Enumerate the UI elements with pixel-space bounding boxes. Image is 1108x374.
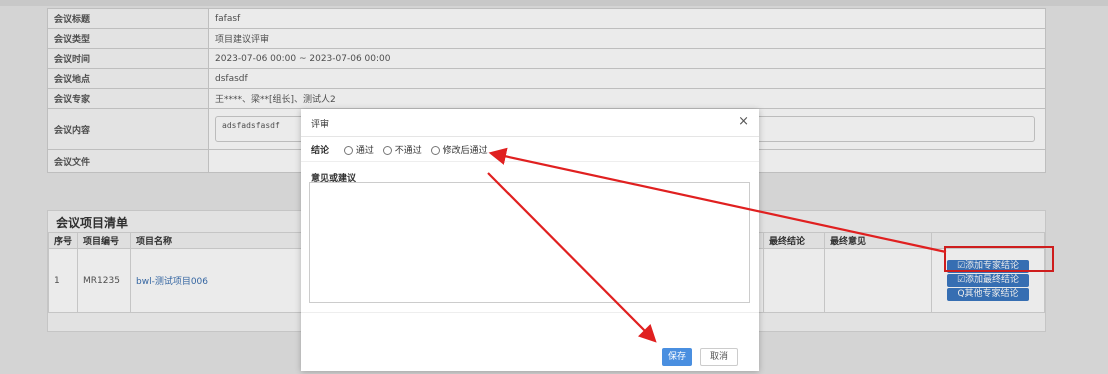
radio-pass-after-revision[interactable] bbox=[430, 146, 440, 155]
divider bbox=[301, 161, 759, 162]
radio-pass-label[interactable]: 通过 bbox=[356, 146, 374, 156]
opinion-textarea[interactable] bbox=[309, 182, 750, 303]
radio-pass-after-revision-label[interactable]: 修改后通过 bbox=[443, 146, 488, 156]
close-icon[interactable]: × bbox=[738, 114, 749, 129]
save-button[interactable]: 保存 bbox=[662, 348, 692, 366]
conclusion-label: 结论 bbox=[311, 146, 330, 156]
radio-fail-label[interactable]: 不通过 bbox=[395, 146, 422, 156]
dialog-title: 评审 bbox=[311, 120, 330, 130]
radio-fail[interactable] bbox=[382, 146, 392, 155]
radio-pass[interactable] bbox=[343, 146, 353, 155]
dialog-header: 评审 × bbox=[301, 109, 759, 137]
review-dialog: 评审 × 结论 通过 不通过 修改后通过 意见或建议 保存 取消 bbox=[301, 109, 759, 371]
divider bbox=[301, 312, 759, 313]
conclusion-row: 结论 通过 不通过 修改后通过 bbox=[311, 143, 488, 156]
cancel-button[interactable]: 取消 bbox=[700, 348, 738, 366]
